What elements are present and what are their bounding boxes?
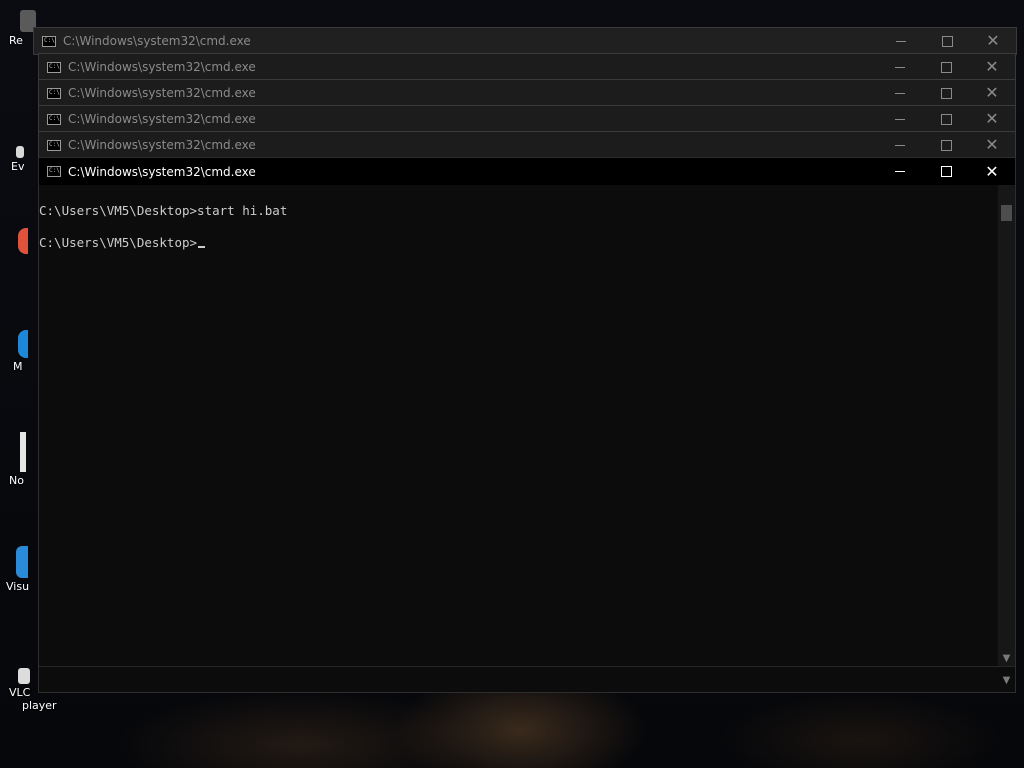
text-cursor [198, 246, 206, 248]
window-titlebar[interactable]: C:\ C:\Windows\system32\cmd.exe ✕ [34, 28, 1016, 54]
close-button[interactable]: ✕ [969, 80, 1015, 106]
window-title: C:\Windows\system32\cmd.exe [68, 60, 256, 74]
close-button[interactable]: ✕ [970, 28, 1016, 54]
desktop-icon-label: No [9, 474, 24, 487]
desktop-icon-sublabel: player [22, 699, 57, 712]
console-prompt-line[interactable]: C:\Users\VM5\Desktop> [39, 235, 999, 251]
cmd-icon: C:\ [47, 166, 61, 177]
window-title: C:\Windows\system32\cmd.exe [68, 86, 256, 100]
console-bottom-bar: ▼ [39, 666, 1015, 692]
close-button[interactable]: ✕ [969, 54, 1015, 80]
window-titlebar[interactable]: C:\ C:\Windows\system32\cmd.exe ✕ [39, 132, 1015, 158]
window-titlebar[interactable]: C:\ C:\Windows\system32\cmd.exe ✕ [39, 54, 1015, 80]
vertical-scrollbar[interactable]: ▼ [998, 185, 1015, 667]
close-icon: ✕ [985, 109, 999, 128]
cmd-icon: C:\ [42, 35, 56, 47]
scrollbar-thumb[interactable] [1001, 205, 1012, 221]
desktop-icon-ev[interactable]: Ev [6, 146, 36, 173]
maximize-button[interactable] [923, 159, 969, 185]
browser-icon [18, 228, 28, 254]
app-shortcut-icon [16, 146, 24, 158]
window-title: C:\Windows\system32\cmd.exe [68, 112, 256, 126]
cmd-window-background[interactable]: C:\ C:\Windows\system32\cmd.exe ✕ [38, 105, 1016, 133]
desktop-icon-edge[interactable]: M [6, 330, 36, 373]
window-titlebar[interactable]: C:\ C:\Windows\system32\cmd.exe ✕ [39, 106, 1015, 132]
close-button[interactable]: ✕ [969, 159, 1015, 185]
window-title: C:\Windows\system32\cmd.exe [68, 138, 256, 152]
desktop-icon-visual-studio[interactable]: Visu [6, 546, 36, 593]
minimize-button[interactable] [878, 28, 924, 54]
desktop-icon-label: M [13, 360, 23, 373]
close-icon: ✕ [985, 57, 999, 76]
vlc-icon [18, 668, 30, 684]
maximize-button[interactable] [923, 80, 969, 106]
cmd-window-background[interactable]: C:\ C:\Windows\system32\cmd.exe ✕ [38, 131, 1016, 159]
maximize-icon [940, 139, 952, 151]
maximize-button[interactable] [923, 132, 969, 158]
desktop-icon-label: Visu [6, 580, 30, 593]
window-titlebar[interactable]: C:\ C:\Windows\system32\cmd.exe ✕ [39, 158, 1015, 185]
maximize-icon [941, 35, 953, 47]
desktop-icon-notepad[interactable]: No [6, 432, 36, 487]
maximize-button[interactable] [923, 54, 969, 80]
notepad-icon [20, 432, 26, 472]
cmd-window-active[interactable]: C:\ C:\Windows\system32\cmd.exe ✕ C:\Use… [38, 157, 1016, 693]
minimize-button[interactable] [877, 106, 923, 132]
window-title: C:\Windows\system32\cmd.exe [63, 34, 251, 48]
cmd-window-background[interactable]: C:\ C:\Windows\system32\cmd.exe ✕ [38, 79, 1016, 107]
console-output[interactable]: C:\Users\VM5\Desktop>start hi.bat C:\Use… [39, 185, 999, 667]
window-titlebar[interactable]: C:\ C:\Windows\system32\cmd.exe ✕ [39, 80, 1015, 106]
cmd-icon: C:\ [47, 87, 61, 99]
minimize-button[interactable] [877, 80, 923, 106]
desktop-icon-browser[interactable] [6, 228, 36, 256]
close-icon: ✕ [985, 83, 999, 102]
maximize-icon [940, 166, 952, 177]
minimize-button[interactable] [877, 132, 923, 158]
scroll-down-button-icon[interactable]: ▼ [998, 672, 1015, 689]
visual-studio-icon [16, 546, 28, 578]
close-icon: ✕ [985, 135, 999, 154]
maximize-icon [940, 87, 952, 99]
minimize-icon [896, 40, 906, 42]
desktop-icon-recycle-bin[interactable]: Re [6, 10, 36, 47]
scroll-down-arrow-icon[interactable]: ▼ [998, 650, 1015, 667]
maximize-icon [940, 61, 952, 73]
cmd-icon: C:\ [47, 61, 61, 73]
close-button[interactable]: ✕ [969, 132, 1015, 158]
close-icon: ✕ [986, 31, 1000, 50]
cmd-icon: C:\ [47, 113, 61, 125]
minimize-button[interactable] [877, 159, 923, 185]
minimize-icon [895, 92, 905, 94]
edge-icon [18, 330, 28, 358]
minimize-icon [895, 66, 905, 68]
minimize-icon [895, 144, 905, 146]
console-prompt: C:\Users\VM5\Desktop> [39, 235, 198, 250]
close-button[interactable]: ✕ [969, 106, 1015, 132]
maximize-button[interactable] [924, 28, 970, 54]
minimize-button[interactable] [877, 54, 923, 80]
console-line: C:\Users\VM5\Desktop>start hi.bat [39, 203, 288, 218]
maximize-icon [940, 113, 952, 125]
window-title: C:\Windows\system32\cmd.exe [68, 164, 256, 179]
close-icon: ✕ [985, 161, 999, 181]
cmd-window-background[interactable]: C:\ C:\Windows\system32\cmd.exe ✕ [38, 53, 1016, 81]
desktop-icon-label: Re [9, 34, 23, 47]
cmd-icon: C:\ [47, 139, 61, 151]
minimize-icon [895, 118, 905, 120]
maximize-button[interactable] [923, 106, 969, 132]
desktop-icon-label: Ev [11, 160, 25, 173]
cmd-window-background[interactable]: C:\ C:\Windows\system32\cmd.exe ✕ [33, 27, 1017, 55]
minimize-icon [895, 171, 905, 172]
